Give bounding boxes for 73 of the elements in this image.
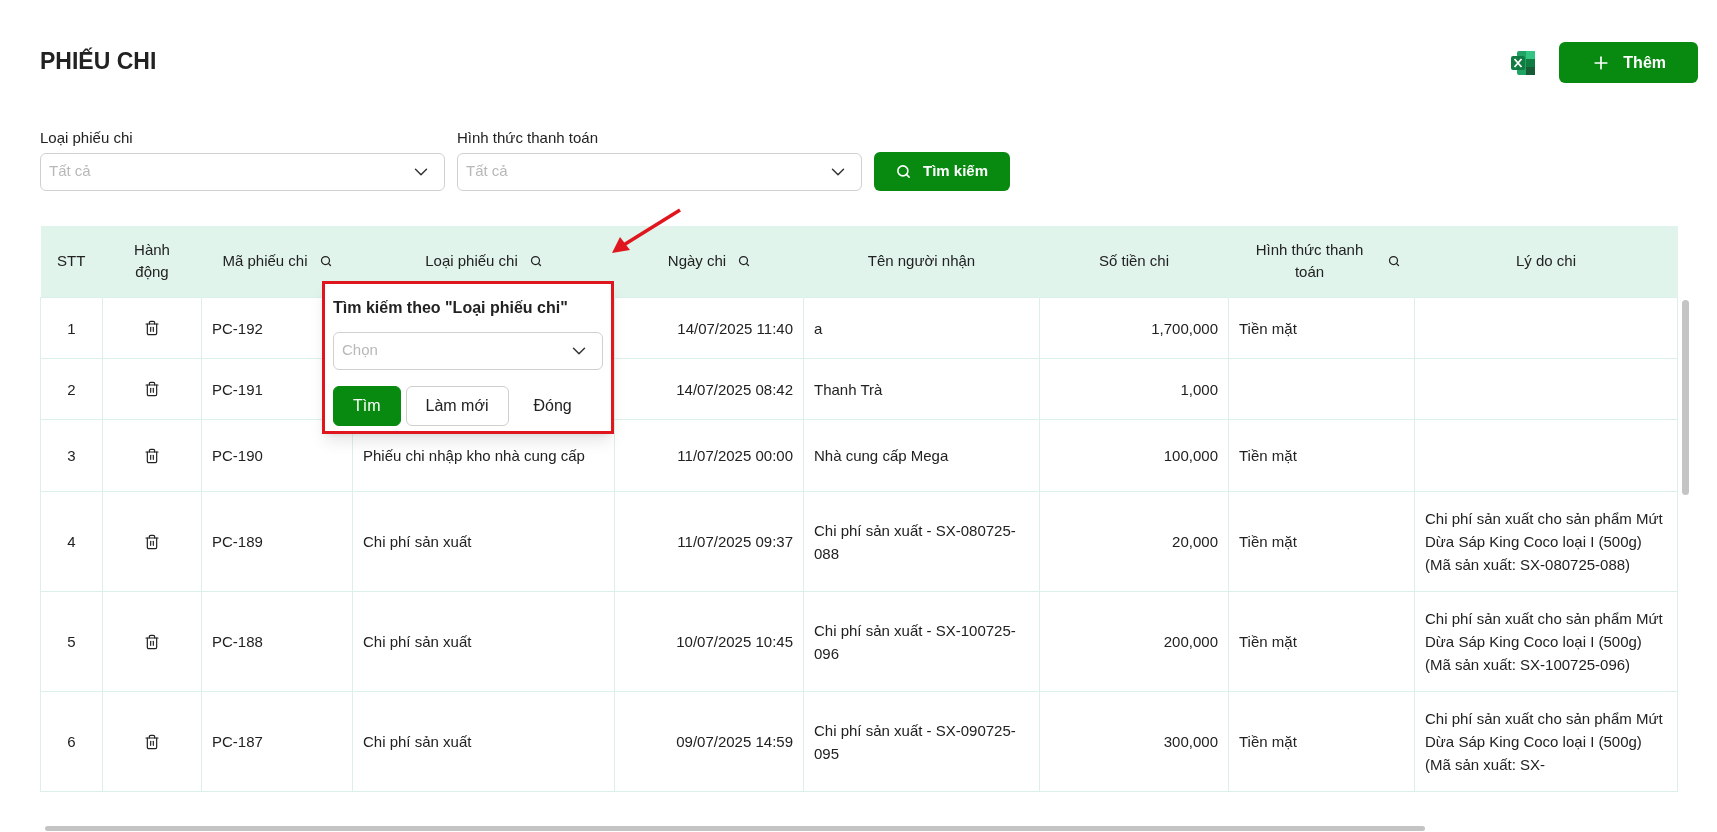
vertical-scrollbar[interactable] <box>1682 299 1689 495</box>
date-cell: 10/07/2025 10:45 <box>676 633 793 650</box>
filter-label: Hình thức thanh toán <box>457 128 599 148</box>
popup-button[interactable]: Làm mới <box>405 385 509 426</box>
column-header: Hình thức thanh toán <box>1254 240 1365 283</box>
column-header: Mã phiếu chi <box>222 251 308 272</box>
search-icon <box>896 163 911 179</box>
code-cell: PC-191 <box>212 380 263 398</box>
type-cell: Chi phí sản xuất <box>363 533 472 550</box>
search-icon[interactable] <box>738 255 751 268</box>
column-header: Loại phiếu chi <box>425 251 518 272</box>
code-cell: PC-189 <box>212 533 263 550</box>
payment-cell: Tiền mặt <box>1239 533 1297 550</box>
recipient-cell: Thanh Trà <box>814 380 883 398</box>
filter-label: Loại phiếu chi <box>40 128 134 148</box>
row-number: 1 <box>67 319 76 337</box>
search-icon[interactable] <box>1388 255 1400 268</box>
type-cell: Chi phí sản xuất <box>363 633 472 650</box>
trash-icon[interactable] <box>144 733 160 750</box>
page-title: PHIẾU CHI <box>40 46 157 76</box>
column-header: Tên người nhận <box>867 251 976 272</box>
amount-cell: 1,000 <box>1180 380 1218 398</box>
date-cell: 11/07/2025 00:00 <box>677 447 793 464</box>
column-header: Số tiền chi <box>1098 251 1169 272</box>
search-icon[interactable] <box>319 255 332 268</box>
row-number: 4 <box>67 533 76 550</box>
row-number: 2 <box>67 380 76 398</box>
search-icon[interactable] <box>529 255 542 268</box>
horizontal-scrollbar[interactable] <box>45 826 1425 831</box>
date-cell: 14/07/2025 08:42 <box>676 380 793 398</box>
column-header: Hành động <box>133 240 171 283</box>
amount-cell: 1,700,000 <box>1151 319 1218 337</box>
date-cell: 09/07/2025 14:59 <box>676 733 793 750</box>
code-cell: PC-190 <box>212 447 263 464</box>
column-header: Ngày chi <box>667 251 727 272</box>
column-header: STT <box>57 251 86 272</box>
code-cell: PC-188 <box>212 633 263 650</box>
payment-cell: Tiền mặt <box>1239 447 1297 464</box>
row-number: 6 <box>67 733 76 750</box>
type-cell: Chi phí sản xuất <box>363 733 472 750</box>
popup-title: Tìm kiếm theo "Loại phiếu chi" <box>333 297 569 318</box>
add-button[interactable]: Thêm <box>1559 42 1698 83</box>
amount-cell: 100,000 <box>1163 447 1218 464</box>
recipient-cell: Nhà cung cấp Mega <box>814 447 949 464</box>
code-cell: PC-187 <box>212 733 263 750</box>
trash-icon[interactable] <box>144 633 160 650</box>
trash-icon[interactable] <box>144 447 160 464</box>
column-header: Lý do chi <box>1515 251 1576 272</box>
payment-cell: Tiền mặt <box>1239 633 1297 650</box>
row-number: 3 <box>67 447 76 464</box>
payment-cell: Tiền mặt <box>1239 319 1297 337</box>
payment-cell: Tiền mặt <box>1239 733 1297 750</box>
recipient-cell: Chi phí sản xuất - SX-090725-095 <box>814 721 1016 762</box>
code-cell: PC-192 <box>212 319 263 337</box>
popup-button[interactable]: Tìm <box>333 385 401 426</box>
type-cell: Phiếu chi nhập kho nhà cung cấp <box>363 447 585 464</box>
reason-cell: Chi phí sản xuất cho sản phẩm Mứt Dừa Sáp King Coco loại I (500g) (Mã sản xuất: SX-080725-088) <box>1425 510 1663 573</box>
reason-cell: Chi phí sản xuất cho sản phẩm Mứt Dừa Sáp King Coco loại I (500g) (Mã sản xuất: SX-100725-096) <box>1425 610 1663 673</box>
recipient-cell: a <box>814 319 823 337</box>
recipient-cell: Chi phí sản xuất - SX-080725-088 <box>814 521 1016 562</box>
amount-cell: 200,000 <box>1163 633 1218 650</box>
trash-icon[interactable] <box>144 381 160 397</box>
reason-cell: Chi phí sản xuất cho sản phẩm Mứt Dừa Sáp King Coco loại I (500g) (Mã sản xuất: SX- <box>1425 710 1663 773</box>
date-cell: 14/07/2025 11:40 <box>677 319 793 337</box>
row-number: 5 <box>67 633 76 650</box>
amount-cell: 300,000 <box>1163 733 1218 750</box>
amount-cell: 20,000 <box>1172 533 1218 550</box>
trash-icon[interactable] <box>144 320 160 336</box>
trash-icon[interactable] <box>144 533 160 550</box>
spreadsheet-icon[interactable] <box>1509 48 1538 77</box>
recipient-cell: Chi phí sản xuất - SX-100725-096 <box>814 621 1016 662</box>
date-cell: 11/07/2025 09:37 <box>677 533 793 550</box>
search-button[interactable]: Tìm kiếm <box>874 151 1011 191</box>
